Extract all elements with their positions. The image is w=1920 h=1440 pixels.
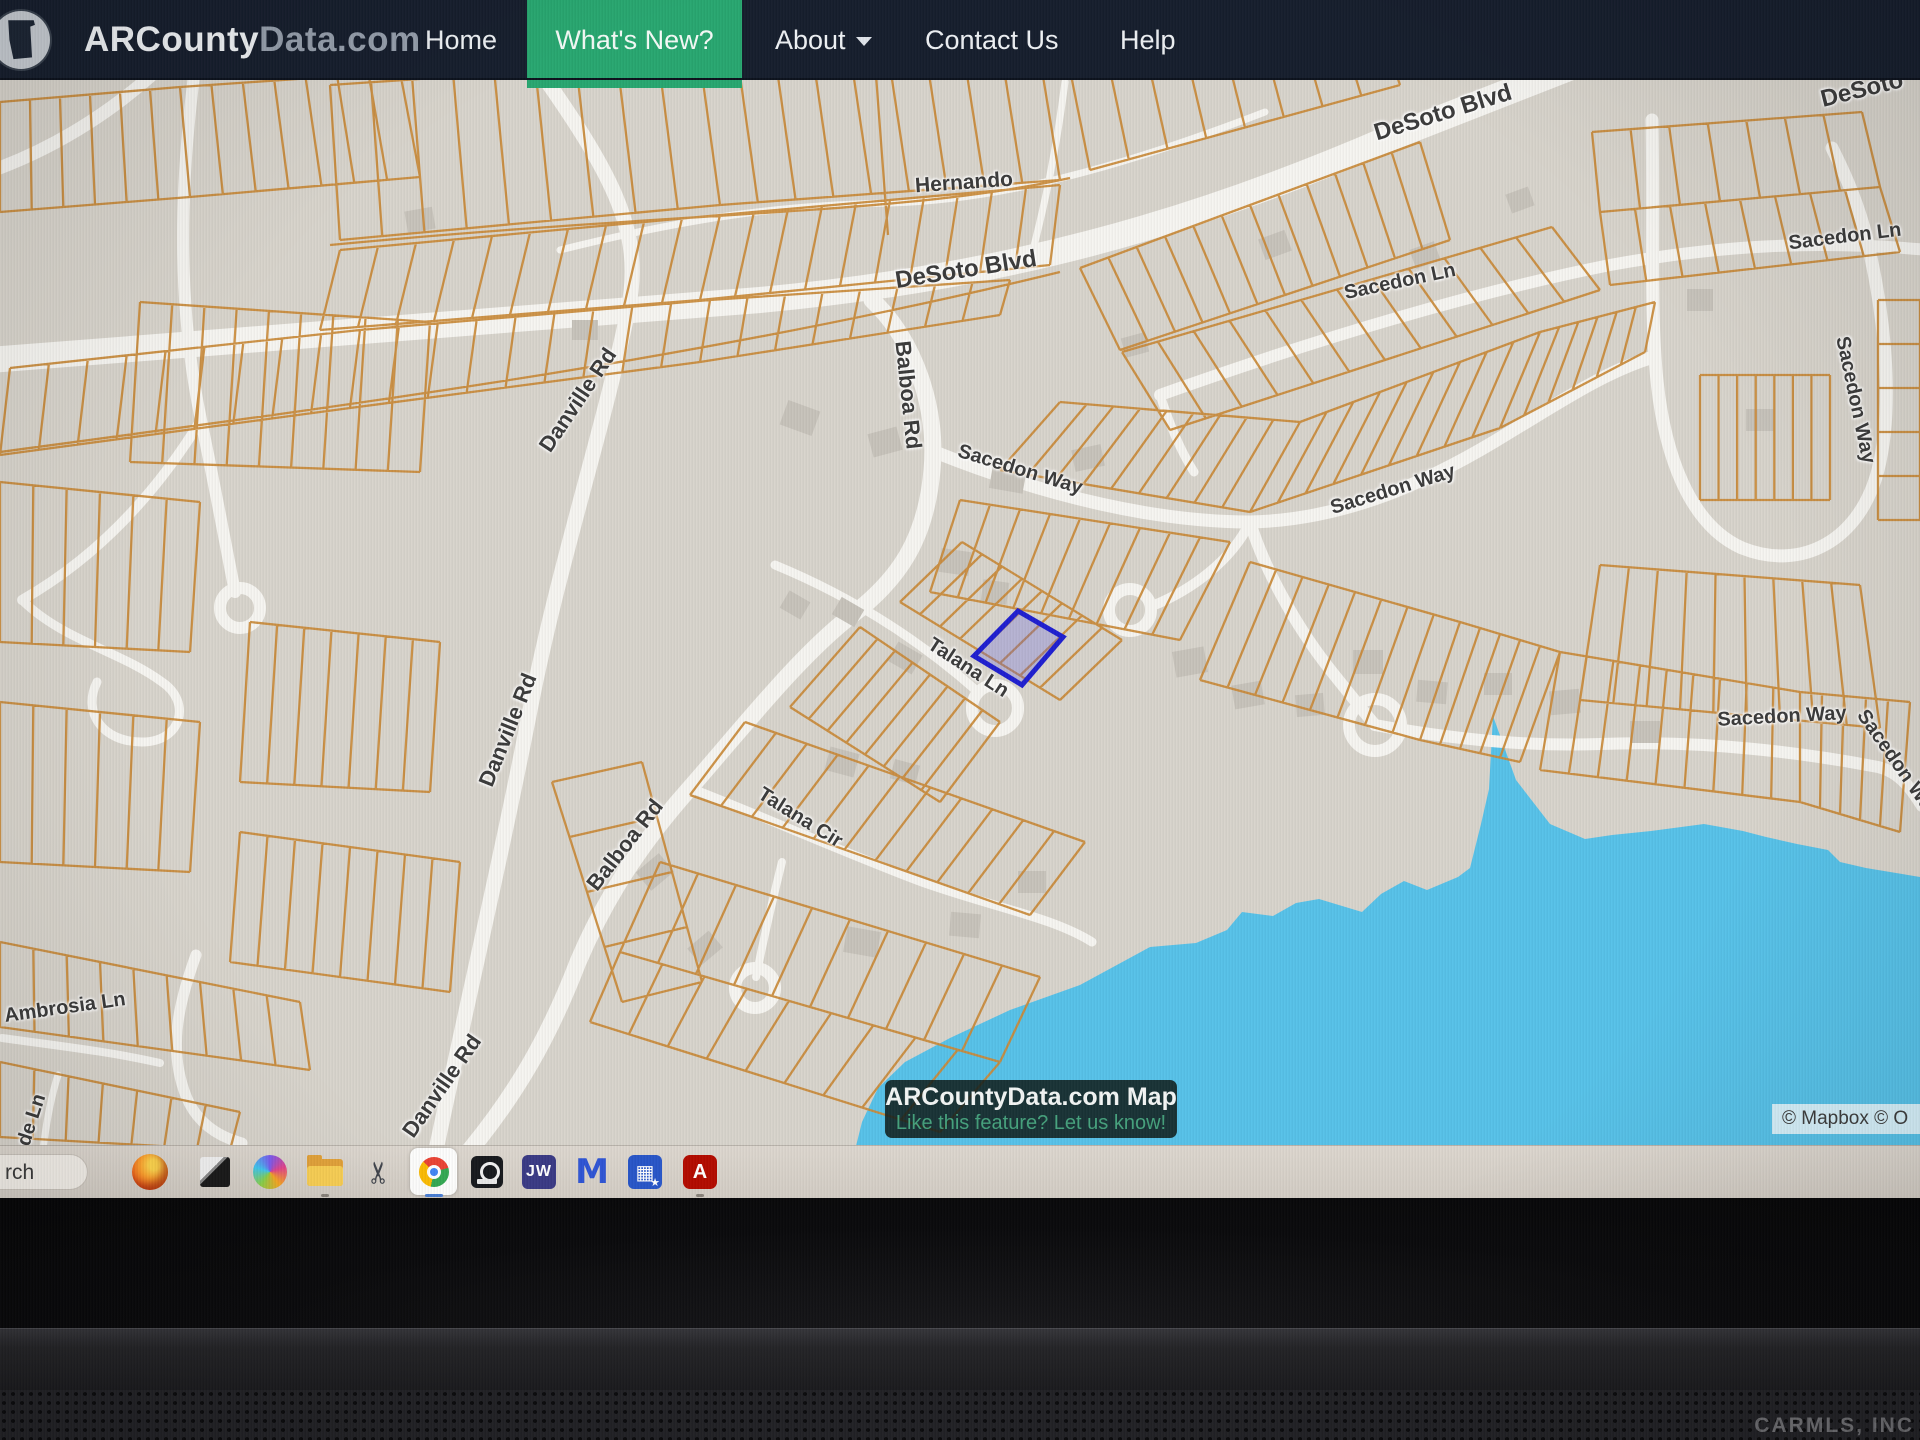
brand-text: ARCountyData.com [84, 20, 421, 60]
navbar-divider [0, 78, 1920, 80]
firefox-icon[interactable] [130, 1152, 170, 1192]
chevron-down-icon [856, 37, 872, 46]
arkansas-logo-icon [0, 11, 50, 69]
file-explorer-icon[interactable] [305, 1152, 345, 1192]
nav-item-home[interactable]: Home [425, 0, 497, 80]
mapbox-attribution[interactable]: © Mapbox © O [1772, 1104, 1920, 1134]
nav-item-contact-us[interactable]: Contact Us [925, 0, 1059, 80]
nav-item-help[interactable]: Help [1120, 0, 1176, 80]
search-input[interactable]: rch [0, 1154, 88, 1190]
media-app-icon[interactable] [467, 1152, 507, 1192]
chrome-icon[interactable] [410, 1148, 457, 1195]
photo-watermark: CARMLS, INC [1754, 1414, 1914, 1438]
running-indicator-active [425, 1194, 443, 1197]
top-navbar: ARCountyData.com Home What's New? About … [0, 0, 1920, 80]
map-attribution-card: ARCountyData.com Map Like this feature? … [885, 1080, 1177, 1138]
brand-secondary: Data.com [259, 20, 421, 59]
speaker-grille [0, 1390, 1920, 1440]
photos-app-icon[interactable] [195, 1152, 235, 1192]
nav-item-about-label: About [775, 25, 846, 55]
parcel-map[interactable]: HernandoDeSoto BlvdDeSoto BlvdDeSotoSace… [0, 80, 1920, 1145]
laptop-bezel: hp [0, 1197, 1920, 1328]
map-attribution-title: ARCountyData.com Map [885, 1083, 1177, 1111]
brand-primary: ARCounty [84, 20, 259, 59]
nav-item-about[interactable]: About [775, 0, 872, 80]
map-canvas[interactable] [0, 80, 1920, 1145]
running-indicator [321, 1194, 329, 1197]
map-inner: HernandoDeSoto BlvdDeSoto BlvdDeSotoSace… [0, 80, 1920, 1145]
laptop-hinge [0, 1328, 1920, 1391]
malwarebytes-icon[interactable]: M [572, 1152, 612, 1192]
nav-item-whats-new[interactable]: What's New? [527, 0, 742, 88]
designer-swirl-icon[interactable] [250, 1152, 290, 1192]
map-feedback-link[interactable]: Like this feature? Let us know! [885, 1111, 1177, 1135]
screen-photo: ARCountyData.com Home What's New? About … [0, 0, 1920, 1440]
acrobat-icon[interactable]: A [680, 1152, 720, 1192]
nav-item-whats-new-label: What's New? [555, 25, 713, 55]
windows-taskbar: rch ✂ JW M ▦★ A [0, 1145, 1920, 1198]
snipping-tool-icon[interactable]: ✂ [360, 1152, 400, 1192]
device-utility-icon[interactable]: ▦★ [625, 1152, 665, 1192]
brand[interactable]: ARCountyData.com [0, 0, 421, 80]
running-indicator [696, 1194, 704, 1197]
jw-library-icon[interactable]: JW [519, 1152, 559, 1192]
